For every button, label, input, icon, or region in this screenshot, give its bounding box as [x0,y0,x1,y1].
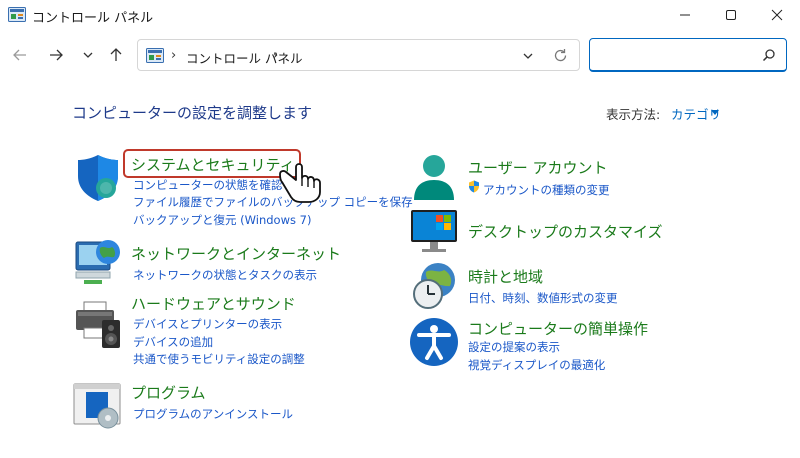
link-backup-restore[interactable]: バックアップと復元 (Windows 7) [133,212,311,228]
network-globe-icon[interactable] [72,236,124,288]
printer-speaker-icon[interactable] [72,298,124,350]
search-input[interactable] [598,45,748,65]
category-title-programs[interactable]: プログラム [131,382,206,403]
maximize-button[interactable] [708,0,754,30]
control-panel-icon [146,48,164,63]
monitor-icon[interactable] [408,206,460,258]
control-panel-icon [8,7,26,22]
search-icon[interactable] [762,48,776,62]
category-title-system-security[interactable]: システムとセキュリティ [131,154,295,175]
caret-down-icon[interactable] [711,110,719,115]
refresh-icon[interactable] [552,47,569,64]
category-title-ease-of-access[interactable]: コンピューターの簡単操作 [468,318,648,339]
shield-icon[interactable] [72,152,124,204]
category-title-user-accounts[interactable]: ユーザー アカウント [468,157,607,178]
address-bar[interactable]: › コントロール パネル › [137,39,580,71]
programs-icon[interactable] [72,380,124,432]
link-suggested-settings[interactable]: 設定の提案の表示 [468,339,560,355]
link-file-history-backup[interactable]: ファイル履歴でファイルのバックアップ コピーを保存 [133,194,413,210]
breadcrumb-chevron[interactable]: › [171,48,176,63]
close-icon [771,9,783,21]
recent-locations-button[interactable] [76,43,100,67]
link-change-account-type[interactable]: アカウントの種類の変更 [483,182,610,198]
minimize-icon [680,14,690,16]
hand-pointer-icon [279,163,321,203]
breadcrumb-control-panel[interactable]: コントロール パネル [186,48,302,67]
clock-globe-icon[interactable] [408,260,460,312]
chevron-down-icon [83,52,93,58]
category-title-network-internet[interactable]: ネットワークとインターネット [131,243,341,264]
link-add-device[interactable]: デバイスの追加 [133,334,213,350]
link-check-status[interactable]: コンピューターの状態を確認 [133,177,283,193]
window-title: コントロール パネル [32,11,154,26]
category-title-hardware-sound[interactable]: ハードウェアとサウンド [131,293,296,314]
view-by-label: 表示方法: [606,107,661,122]
navigation-bar: › コントロール パネル › [0,30,800,80]
forward-button[interactable] [44,43,68,67]
uac-shield-icon [469,180,479,193]
accessibility-icon[interactable] [408,316,460,368]
minimize-button[interactable] [662,0,708,30]
chevron-down-icon[interactable] [520,48,536,64]
link-date-time-format[interactable]: 日付、時刻、数値形式の変更 [468,290,618,306]
category-title-desktop-customization[interactable]: デスクトップのカスタマイズ [468,221,663,242]
up-button[interactable] [104,43,128,67]
breadcrumb-chevron[interactable]: › [273,48,278,63]
search-box[interactable] [589,38,787,72]
arrow-up-icon [110,48,122,61]
link-devices-printers[interactable]: デバイスとプリンターの表示 [133,316,282,332]
maximize-icon [726,10,736,20]
back-button[interactable] [8,43,32,67]
user-icon[interactable] [408,152,460,204]
title-bar: コントロール パネル [0,0,800,30]
link-optimize-display[interactable]: 視覚ディスプレイの最適化 [468,357,605,373]
link-network-status[interactable]: ネットワークの状態とタスクの表示 [133,267,317,283]
close-button[interactable] [754,0,800,30]
arrow-left-icon [13,49,26,61]
link-mobility-settings[interactable]: 共通で使うモビリティ設定の調整 [133,351,305,367]
page-title: コンピューターの設定を調整します [72,104,313,122]
arrow-right-icon [50,49,63,61]
link-uninstall-program[interactable]: プログラムのアンインストール [133,406,293,422]
category-title-clock-region[interactable]: 時計と地域 [468,266,543,287]
